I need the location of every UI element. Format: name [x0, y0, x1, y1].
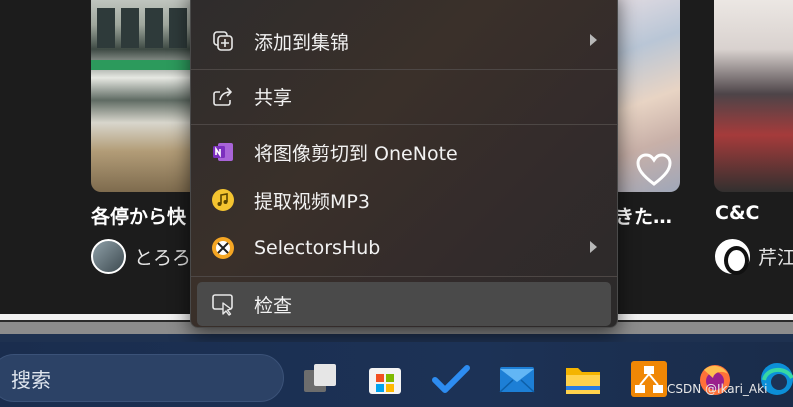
menu-separator	[191, 124, 617, 125]
train-window	[145, 8, 163, 48]
train-window	[97, 8, 115, 48]
menu-item-label: 共享	[254, 86, 293, 109]
chevron-right-icon	[590, 34, 597, 46]
microsoft-store-icon[interactable]	[366, 360, 404, 398]
card-title[interactable]: 各停から快	[91, 202, 186, 229]
menu-item-selectorshub[interactable]: SelectorsHub	[197, 226, 611, 270]
card-author[interactable]: 芹江	[715, 239, 793, 275]
train-stripe	[91, 60, 203, 70]
author-name: 芹江	[758, 247, 793, 269]
author-name: とろろ	[134, 247, 192, 269]
menu-separator	[191, 69, 617, 70]
mail-icon[interactable]	[498, 360, 536, 398]
avatar	[715, 239, 750, 275]
train-window	[169, 8, 187, 48]
card-thumbnail-train[interactable]	[91, 0, 203, 192]
menu-item-partial[interactable]	[197, 0, 611, 1]
menu-item-label: 将图像剪切到 OneNote	[254, 142, 458, 165]
card-thumbnail-maid[interactable]	[714, 0, 793, 192]
collections-add-icon	[211, 29, 235, 53]
mp3-extract-icon	[211, 188, 235, 212]
todo-icon[interactable]	[432, 360, 470, 398]
menu-item-label: 检查	[254, 294, 293, 317]
menu-item-label: 添加到集锦	[254, 31, 350, 54]
menu-item-label: 提取视频MP3	[254, 190, 370, 213]
menu-item-add-to-collections[interactable]: 添加到集锦	[197, 19, 611, 63]
inspect-icon	[211, 292, 235, 316]
heart-icon[interactable]	[636, 153, 672, 187]
menu-item-extract-mp3[interactable]: 提取视频MP3	[197, 178, 611, 222]
onenote-icon	[211, 140, 235, 164]
taskbar-search-box[interactable]: 搜索	[0, 354, 284, 402]
train-window	[121, 8, 139, 48]
menu-item-share[interactable]: 共享	[197, 74, 611, 118]
avatar	[91, 239, 126, 274]
selectorshub-icon	[211, 236, 235, 260]
drawio-icon[interactable]	[630, 360, 668, 398]
desktop-strip	[0, 334, 793, 342]
menu-item-onenote[interactable]: 将图像剪切到 OneNote	[197, 130, 611, 174]
card-title[interactable]: C&C	[715, 202, 759, 224]
chevron-right-icon	[590, 241, 597, 253]
watermark-text: CSDN @Ikari_Aki	[667, 382, 768, 396]
menu-item-inspect[interactable]: 检查	[197, 282, 611, 326]
task-view-icon[interactable]	[300, 360, 338, 398]
search-placeholder: 搜索	[11, 367, 51, 392]
menu-item-label: SelectorsHub	[254, 237, 381, 259]
card-author[interactable]: とろろ	[91, 239, 191, 274]
file-explorer-icon[interactable]	[564, 360, 602, 398]
share-icon	[211, 84, 235, 108]
card-title[interactable]: きた…	[615, 202, 672, 229]
context-menu: 添加到集锦 共享 将图像剪切到 OneNote 提取视频MP3 Selector…	[190, 0, 618, 328]
taskbar: 搜索	[0, 342, 793, 407]
menu-separator	[191, 276, 617, 277]
